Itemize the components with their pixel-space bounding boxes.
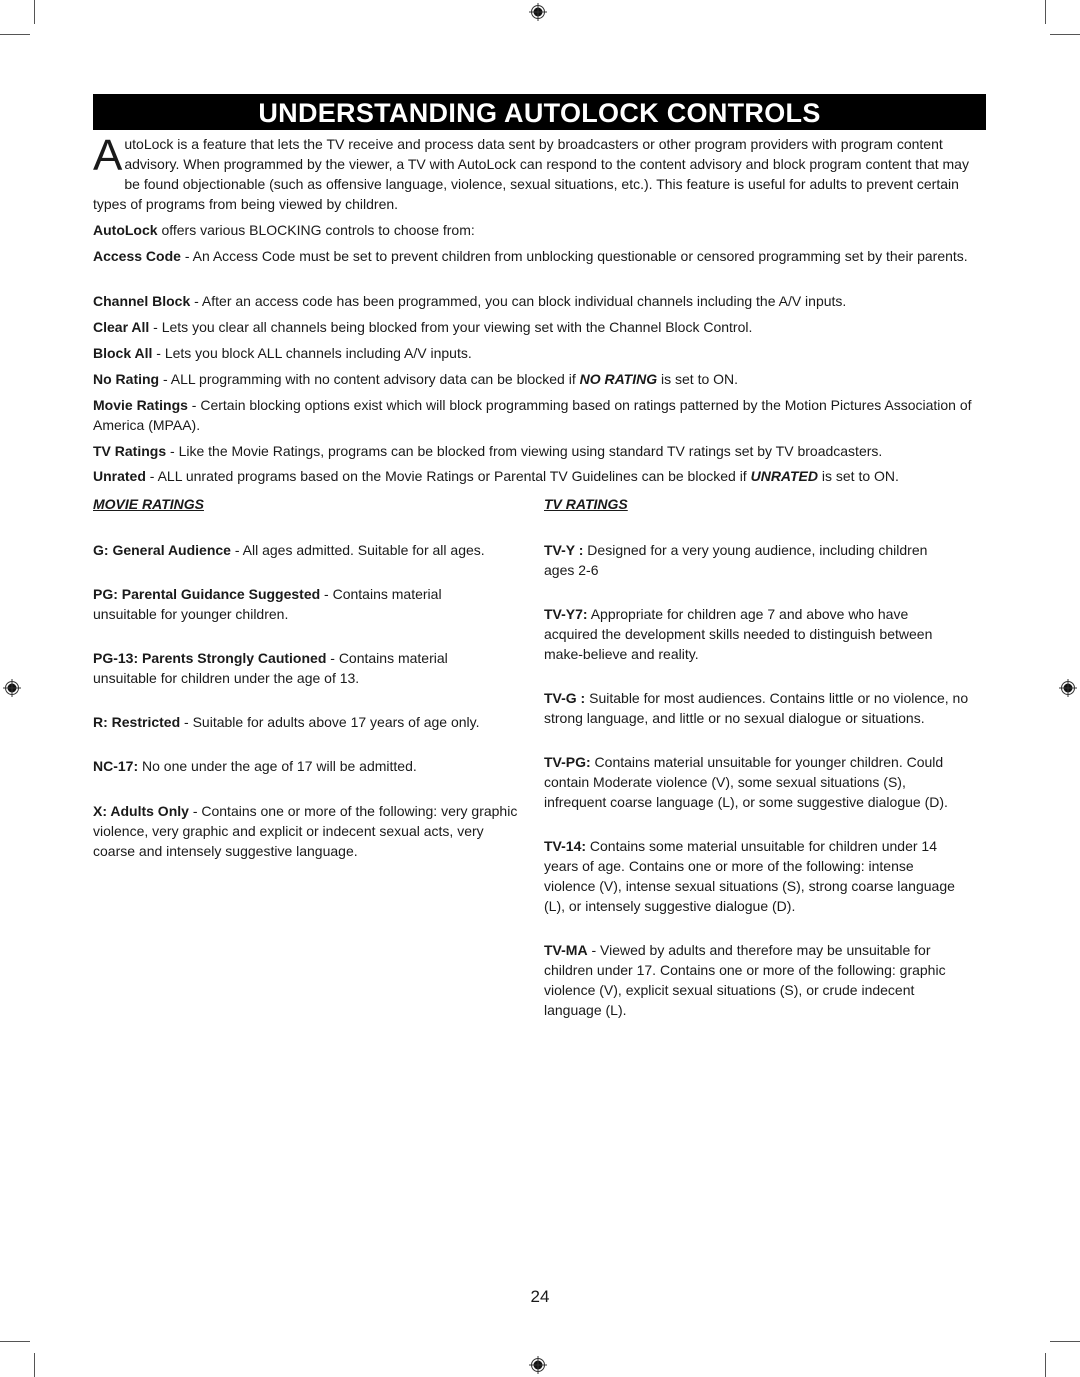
term: TV-14: xyxy=(544,838,587,854)
description: - After an access code has been programm… xyxy=(190,293,847,309)
control-item-clear-all: Clear All - Lets you clear all channels … xyxy=(93,317,986,337)
description: Contains some material unsuitable for ch… xyxy=(544,838,955,914)
description: - Viewed by adults and therefore may be … xyxy=(544,942,946,1018)
term: PG-13: Parents Strongly Cautioned xyxy=(93,650,327,666)
term: X: Adults Only xyxy=(93,803,189,819)
registration-mark-icon xyxy=(529,1356,547,1374)
crop-mark-top-left-v xyxy=(34,0,35,24)
description: Designed for a very young audience, incl… xyxy=(544,542,928,578)
tv-rating-14: TV-14: Contains some material unsuitable… xyxy=(544,836,964,916)
description: - Lets you clear all channels being bloc… xyxy=(149,319,753,335)
term: Unrated xyxy=(93,468,146,484)
tv-rating-ma: TV-MA - Viewed by adults and therefore m… xyxy=(544,940,974,1020)
description: - ALL unrated programs based on the Movi… xyxy=(145,468,751,484)
page-title: UNDERSTANDING AUTOLOCK CONTROLS xyxy=(93,94,986,130)
term: PG: Parental Guidance Suggested xyxy=(93,586,321,602)
term: NC-17: xyxy=(93,758,139,774)
crop-mark-bottom-left-v xyxy=(34,1353,35,1377)
term: TV-MA xyxy=(544,942,588,958)
term: No Rating xyxy=(93,371,160,387)
term: TV-PG: xyxy=(544,754,591,770)
term: AutoLock xyxy=(93,222,158,238)
control-item-access-code: Access Code - An Access Code must be set… xyxy=(93,246,986,266)
registration-mark-icon xyxy=(529,3,547,21)
tv-rating-y: TV-Y : Designed for a very young audienc… xyxy=(544,540,954,580)
description: offers various BLOCKING controls to choo… xyxy=(157,222,475,238)
controls-intro: AutoLock offers various BLOCKING control… xyxy=(93,220,986,240)
term: TV-Y7: xyxy=(544,606,588,622)
term: Channel Block xyxy=(93,293,191,309)
description: No one under the age of 17 will be admit… xyxy=(138,758,417,774)
term: TV-G : xyxy=(544,690,586,706)
crop-mark-top-right-v xyxy=(1045,0,1046,24)
term: Clear All xyxy=(93,319,150,335)
tv-rating-pg: TV-PG: Contains material unsuitable for … xyxy=(544,752,969,812)
control-item-channel-block: Channel Block - After an access code has… xyxy=(93,291,986,311)
term: Access Code xyxy=(93,248,181,264)
movie-ratings-heading: MOVIE RATINGS xyxy=(93,496,204,512)
control-item-unrated: Unrated - ALL unrated programs based on … xyxy=(93,466,986,486)
crop-mark-bottom-right-h xyxy=(1050,1341,1080,1342)
term: Block All xyxy=(93,345,153,361)
registration-mark-icon xyxy=(3,679,21,697)
control-item-no-rating: No Rating - ALL programming with no cont… xyxy=(93,369,986,389)
crop-mark-bottom-left-h xyxy=(0,1341,30,1342)
term: TV Ratings xyxy=(93,443,167,459)
description: - ALL programming with no content adviso… xyxy=(159,371,580,387)
description: - Lets you block ALL channels including … xyxy=(152,345,472,361)
drop-cap: A xyxy=(93,131,123,180)
description-end: is set to ON. xyxy=(818,468,899,484)
description: - Certain blocking options exist which w… xyxy=(93,397,972,433)
description: - Like the Movie Ratings, programs can b… xyxy=(166,443,883,459)
movie-rating-pg13: PG-13: Parents Strongly Cautioned - Cont… xyxy=(93,648,493,688)
emphasis: UNRATED xyxy=(750,468,818,484)
description: - All ages admitted. Suitable for all ag… xyxy=(230,542,485,558)
tv-rating-y7: TV-Y7: Appropriate for children age 7 an… xyxy=(544,604,954,664)
movie-rating-r: R: Restricted - Suitable for adults abov… xyxy=(93,712,523,732)
movie-rating-g: G: General Audience - All ages admitted.… xyxy=(93,540,523,560)
movie-rating-x: X: Adults Only - Contains one or more of… xyxy=(93,801,518,861)
description-end: is set to ON. xyxy=(657,371,739,387)
tv-ratings-heading: TV RATINGS xyxy=(544,496,628,512)
crop-mark-top-left-h xyxy=(0,34,30,35)
control-item-block-all: Block All - Lets you block ALL channels … xyxy=(93,343,986,363)
control-item-tv-ratings: TV Ratings - Like the Movie Ratings, pro… xyxy=(93,441,986,461)
description: - Suitable for adults above 17 years of … xyxy=(180,714,480,730)
page-number: 24 xyxy=(530,1287,550,1306)
description: Appropriate for children age 7 and above… xyxy=(544,606,933,662)
crop-mark-top-right-h xyxy=(1050,34,1080,35)
tv-rating-g: TV-G : Suitable for most audiences. Cont… xyxy=(544,688,980,728)
term: TV-Y : xyxy=(544,542,584,558)
movie-rating-pg: PG: Parental Guidance Suggested - Contai… xyxy=(93,584,493,624)
intro-text: utoLock is a feature that lets the TV re… xyxy=(93,136,969,212)
registration-mark-icon xyxy=(1059,679,1077,697)
movie-rating-nc17: NC-17: No one under the age of 17 will b… xyxy=(93,756,523,776)
description: Suitable for most audiences. Contains li… xyxy=(544,690,969,726)
term: Movie Ratings xyxy=(93,397,188,413)
term: R: Restricted xyxy=(93,714,181,730)
description: Contains material unsuitable for younger… xyxy=(544,754,948,810)
control-item-movie-ratings: Movie Ratings - Certain blocking options… xyxy=(93,395,986,435)
emphasis: NO RATING xyxy=(579,371,658,387)
term: G: General Audience xyxy=(93,542,231,558)
description: - An Access Code must be set to prevent … xyxy=(180,248,968,264)
intro-paragraph: AutoLock is a feature that lets the TV r… xyxy=(93,134,986,214)
crop-mark-bottom-right-v xyxy=(1045,1353,1046,1377)
